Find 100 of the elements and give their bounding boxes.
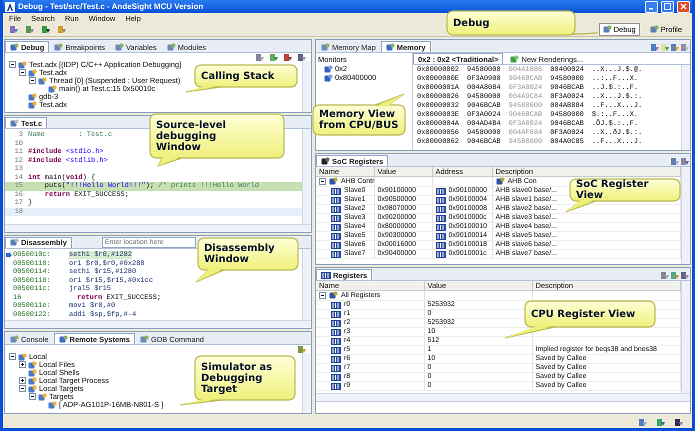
callout-label: Disassembly Window [204,243,276,265]
register-icon [436,196,446,204]
register-icon [331,250,341,258]
close-button[interactable] [677,0,690,12]
toolbar-icon[interactable] [297,52,307,62]
register-icon [331,224,341,230]
register-icon [436,206,446,212]
callout-label: Calling Stack [201,70,274,82]
plus-icon [510,54,520,64]
disassembly-icon [10,238,19,247]
register-icon [331,302,341,308]
node-icon [28,360,37,370]
register-icon [331,356,341,362]
register-icon [331,364,341,372]
toolbar-icon[interactable] [680,271,690,280]
node-icon [48,84,57,94]
expand-icon[interactable] [19,376,26,384]
scrollbar[interactable] [302,249,311,320]
register-icon [331,196,341,204]
scrollbar[interactable] [302,129,311,224]
register-icon [331,232,341,240]
register-icon [331,310,341,318]
tab-icon [140,334,149,344]
tab-icon [10,42,19,52]
tab-icon [386,42,395,52]
node-icon [48,400,57,410]
scrollbar[interactable] [5,224,311,232]
group-icon [496,177,504,186]
register-icon [331,320,341,326]
register-icon [331,346,341,354]
maximize-icon [664,3,671,10]
tab-icon [321,42,330,52]
node-icon [38,392,47,402]
toolbar-icon[interactable] [656,418,666,426]
register-icon [331,188,341,194]
scrollbar[interactable] [302,61,311,112]
group-icon [329,291,338,300]
monitor-icon [324,64,333,74]
collapse-icon[interactable] [319,292,326,299]
monitor-icon [324,74,333,82]
register-icon [331,328,341,336]
tab-icon [10,334,19,344]
register-icon [331,214,341,222]
window-title: Debug - Test/src/Test.c - AndeSight MCU Version [18,2,204,11]
callout-label: SoC Register View [576,179,650,201]
node-icon [18,61,27,70]
collapse-icon[interactable] [29,392,36,400]
tab-icon [114,42,124,52]
collapse-icon[interactable] [9,61,16,68]
collapse-icon[interactable] [29,76,36,84]
scrollbar[interactable] [681,281,690,393]
node-icon [38,76,47,86]
maximize-button[interactable] [661,0,674,12]
scrollbar[interactable] [5,320,311,328]
toolbar-icon[interactable] [674,418,684,426]
register-icon [436,250,446,258]
register-icon [436,232,446,240]
perspective-icon [602,25,612,34]
collapse-icon[interactable] [19,68,26,76]
scrollbar[interactable] [302,353,311,413]
collapse-icon[interactable] [9,353,16,360]
callout-label: Source-level debugging Window [156,120,226,152]
scrollbar[interactable] [681,65,690,150]
register-icon [331,206,341,212]
node-icon [28,384,37,394]
toolbar-icon[interactable] [680,157,690,166]
callout-label: CPU Register View [531,308,636,320]
register-icon [331,242,341,248]
file-icon [10,118,19,128]
register-icon [436,188,446,194]
register-icon [331,382,341,390]
node-icon [28,368,37,378]
app-icon [5,2,15,12]
node-icon [18,353,27,362]
register-icon [436,214,446,222]
scrollbar[interactable] [316,393,690,401]
perspective-icon [650,25,659,34]
collapse-icon[interactable] [19,384,26,392]
toolbar-icon[interactable] [41,25,51,34]
register-icon [331,338,341,344]
close-icon [680,3,687,10]
callout-label: Debug [453,18,490,28]
node-icon [28,68,37,78]
node-icon [28,100,37,110]
register-icon [331,374,341,380]
minimize-button[interactable] [645,0,658,12]
register-icon [436,242,446,248]
tab-icon [166,42,176,52]
tab-icon [58,334,68,344]
expand-icon[interactable] [19,360,26,368]
node-icon [28,376,37,386]
register-icon [436,224,446,230]
group-icon [329,177,338,186]
node-icon [28,92,37,102]
toolbar-icon[interactable] [283,52,293,62]
callout-label: Simulator as Debugging Target [201,362,272,394]
tab-icon [54,42,64,52]
collapse-icon[interactable] [319,178,326,185]
scrollbar[interactable] [681,167,690,264]
register-icon [321,272,331,278]
